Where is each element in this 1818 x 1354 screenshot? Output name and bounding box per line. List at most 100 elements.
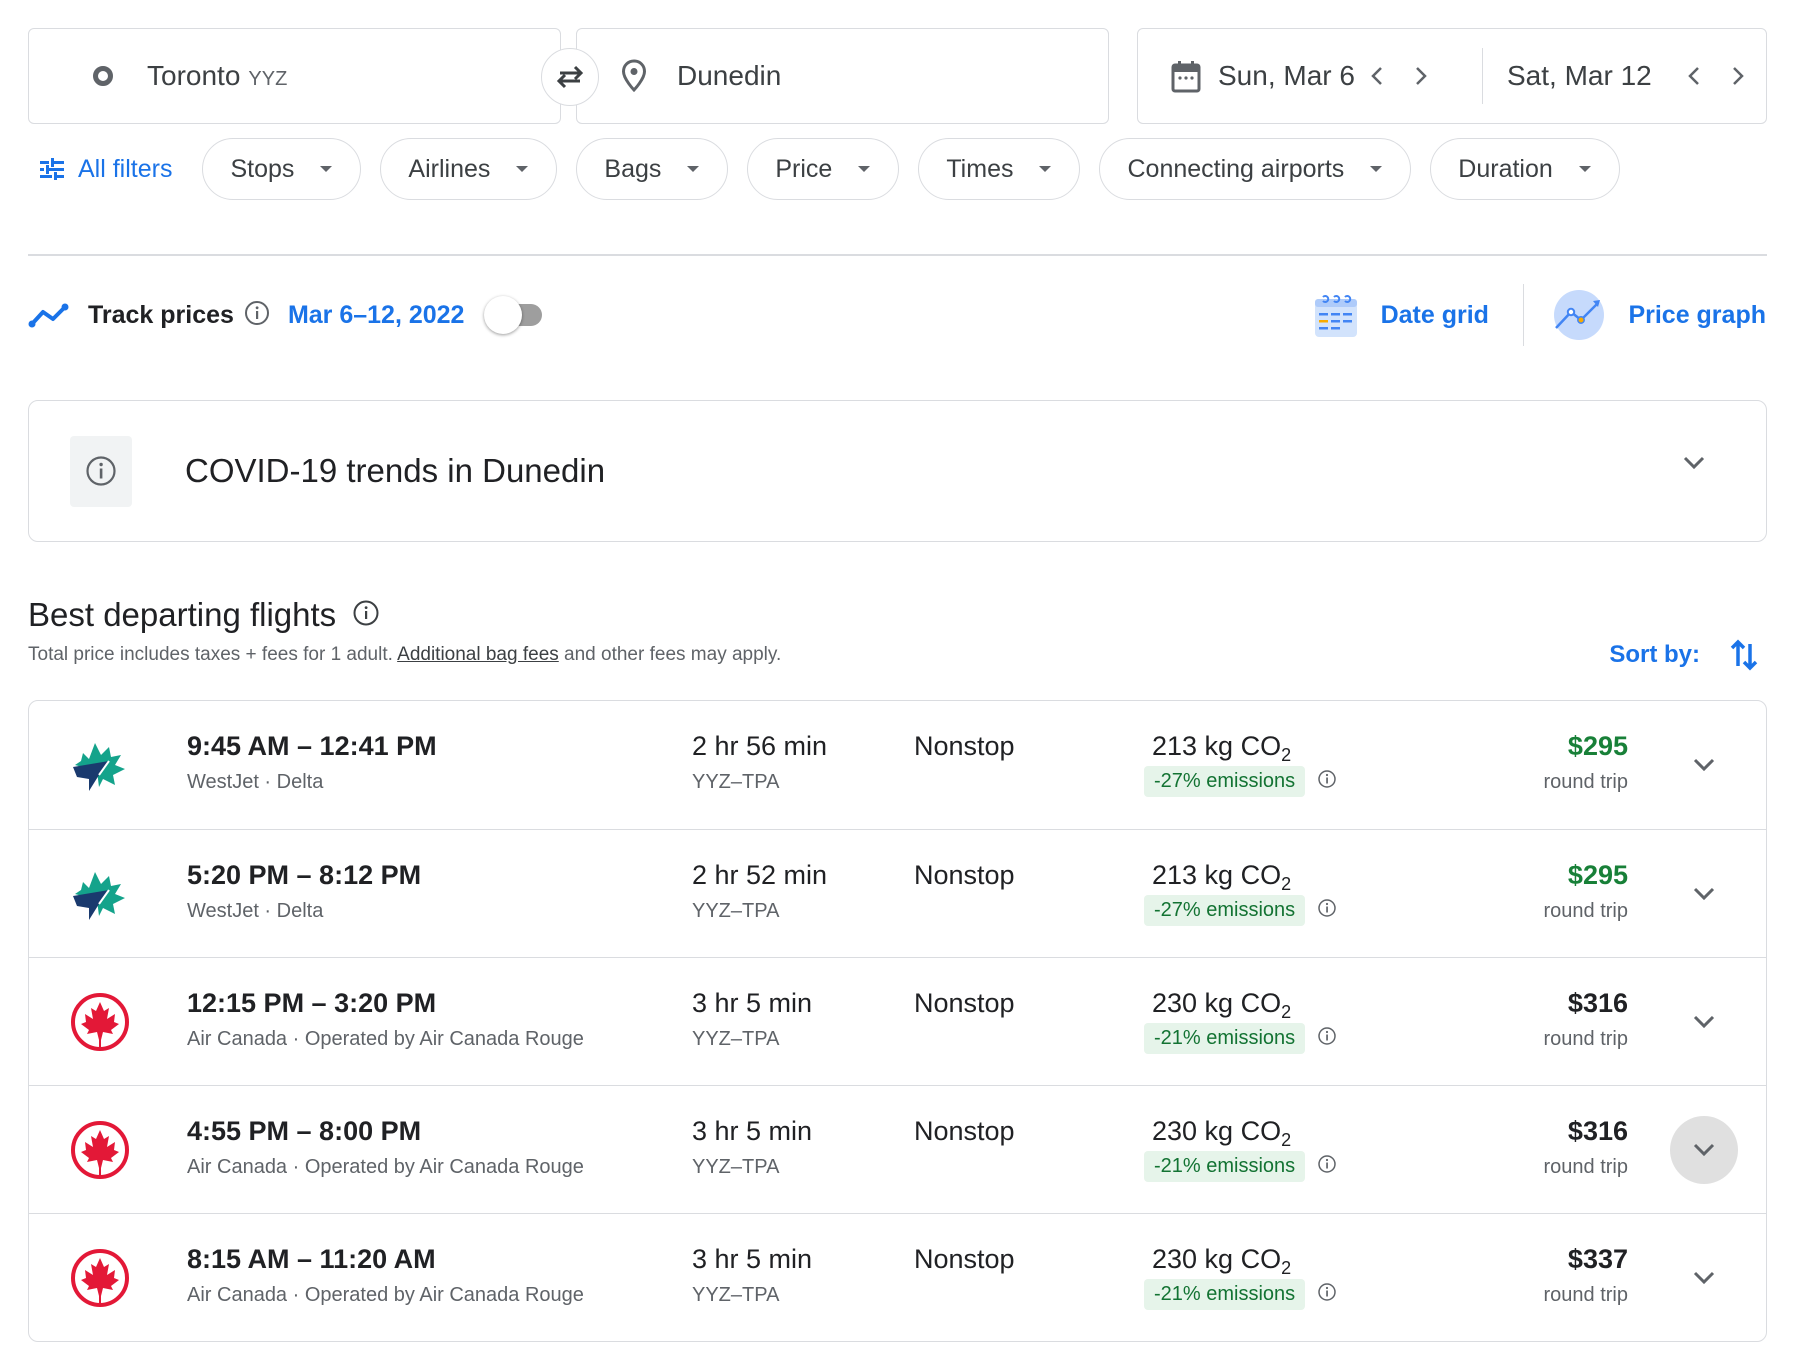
emissions-info-button[interactable] <box>1317 898 1337 923</box>
chevron-down-icon <box>1683 456 1705 470</box>
chevron-down-icon <box>1693 887 1715 901</box>
co2-value: 230 kg CO2 <box>1152 1116 1291 1151</box>
chevron-down-icon <box>1693 758 1715 772</box>
co2-value: 230 kg CO2 <box>1152 1244 1291 1279</box>
depart-date: Sun, Mar 6 <box>1218 60 1355 91</box>
chevron-down-icon <box>1693 1143 1715 1157</box>
date-grid-button[interactable]: Date grid <box>1313 291 1489 339</box>
track-prices-info-button[interactable] <box>244 300 270 331</box>
expand-button[interactable] <box>1670 988 1738 1056</box>
toggle-knob <box>484 296 523 334</box>
price-graph-button[interactable]: Price graph <box>1552 288 1766 342</box>
flight-times: 9:45 AM – 12:41 PM <box>187 731 437 761</box>
destination-value: Dunedin <box>677 60 782 91</box>
view-separator <box>1522 284 1525 346</box>
flight-row[interactable]: 5:20 PM – 8:12 PM WestJet · Delta 2 hr 5… <box>29 829 1766 957</box>
flight-stops: Nonstop <box>914 988 1015 1018</box>
all-filters-button[interactable]: All filters <box>40 155 172 184</box>
filter-chip-duration[interactable]: Duration <box>1430 138 1620 200</box>
origin-input[interactable]: Toronto YYZ <box>28 28 561 124</box>
trip-type: round trip <box>1543 900 1629 922</box>
info-icon <box>244 300 269 325</box>
flight-price: $295 <box>1567 860 1628 890</box>
trip-type: round trip <box>1543 771 1629 793</box>
emissions-info-button[interactable] <box>1317 1154 1337 1179</box>
origin-code: YYZ <box>248 68 288 90</box>
section-divider <box>28 254 1767 256</box>
disclaimer-text-end: and other fees may apply. <box>558 644 782 665</box>
airline-name: Air Canada · Operated by Air Canada Roug… <box>187 1028 584 1050</box>
calendar-grid-icon <box>1314 295 1357 337</box>
emissions-info: -27% emissions <box>1144 895 1337 926</box>
airline-logo <box>69 735 131 795</box>
dropdown-caret-icon <box>320 166 333 172</box>
filter-chip-bags[interactable]: Bags <box>576 138 729 200</box>
calendar-icon <box>1171 61 1201 93</box>
flight-duration: 2 hr 52 min <box>692 860 828 890</box>
date-picker[interactable]: Sun, Mar 6 Sat, Mar 12 <box>1137 28 1767 124</box>
flight-row[interactable]: 8:15 AM – 11:20 AM Air Canada · Operated… <box>29 1213 1766 1341</box>
info-icon <box>86 456 116 486</box>
air-canada-logo-icon <box>71 993 129 1051</box>
filter-chip-price[interactable]: Price <box>747 138 900 200</box>
filter-chip-stops[interactable]: Stops <box>202 138 362 200</box>
airline-name: WestJet · Delta <box>187 900 324 922</box>
disclaimer-text: Total price includes taxes + fees for 1 … <box>28 644 398 665</box>
emissions-info-button[interactable] <box>1317 769 1337 794</box>
return-date-field[interactable]: Sat, Mar 12 <box>1483 29 1760 123</box>
chevron-right-icon <box>1416 67 1427 85</box>
airline-name: Air Canada · Operated by Air Canada Roug… <box>187 1284 584 1306</box>
filter-chip-airlines[interactable]: Airlines <box>380 138 558 200</box>
co2-text: 230 kg CO <box>1152 1244 1282 1274</box>
co2-text: 213 kg CO <box>1152 731 1282 761</box>
return-next-button[interactable] <box>1716 54 1760 98</box>
info-icon <box>1318 1155 1336 1173</box>
price-graph-label: Price graph <box>1628 300 1766 329</box>
flight-stops: Nonstop <box>914 1116 1015 1146</box>
emissions-info-button[interactable] <box>1317 1026 1337 1051</box>
flight-stops: Nonstop <box>914 860 1015 890</box>
filter-chip-connecting-airports[interactable]: Connecting airports <box>1099 138 1412 200</box>
dropdown-caret-icon <box>687 166 700 172</box>
filter-chip-times[interactable]: Times <box>918 138 1081 200</box>
expand-button[interactable] <box>1670 731 1738 799</box>
track-prices-toggle[interactable] <box>482 294 546 336</box>
co2-subscript: 2 <box>1281 1258 1292 1278</box>
flight-times: 12:15 PM – 3:20 PM <box>187 988 437 1018</box>
chip-label: Duration <box>1458 154 1553 183</box>
emissions-badge: -27% emissions <box>1144 766 1306 797</box>
results-info-button[interactable] <box>352 599 380 632</box>
bag-fees-link[interactable]: Additional bag fees <box>397 644 559 665</box>
info-icon <box>1318 899 1336 917</box>
destination-input[interactable]: Dunedin <box>576 28 1109 124</box>
emissions-info-button[interactable] <box>1317 1282 1337 1307</box>
expand-button[interactable] <box>1670 1244 1738 1312</box>
flight-route: YYZ–TPA <box>692 1028 780 1050</box>
trip-type: round trip <box>1543 1284 1629 1306</box>
flight-row[interactable]: 12:15 PM – 3:20 PM Air Canada · Operated… <box>29 957 1766 1085</box>
flight-row[interactable]: 9:45 AM – 12:41 PM WestJet · Delta 2 hr … <box>29 701 1766 829</box>
covid-trends-card[interactable]: COVID-19 trends in Dunedin <box>28 400 1767 542</box>
trend-line-icon <box>28 303 69 328</box>
flight-row[interactable]: 4:55 PM – 8:00 PM Air Canada · Operated … <box>29 1085 1766 1213</box>
return-prev-button[interactable] <box>1672 54 1716 98</box>
westjet-logo-icon <box>73 872 125 920</box>
chevron-left-icon <box>1687 67 1699 85</box>
depart-date-field[interactable]: Sun, Mar 6 <box>1138 48 1483 104</box>
expand-button[interactable] <box>1670 1116 1738 1184</box>
expand-button[interactable] <box>1670 860 1738 928</box>
swap-button[interactable] <box>541 48 599 106</box>
swap-arrows-icon <box>556 65 584 89</box>
sort-label: Sort by: <box>1609 641 1700 668</box>
location-pin-icon <box>621 59 647 93</box>
depart-prev-button[interactable] <box>1355 54 1399 98</box>
co2-subscript: 2 <box>1281 745 1292 765</box>
filter-bar: All filters Stops Airlines Bags Price Ti… <box>40 138 1639 200</box>
sort-button[interactable]: Sort by: <box>1609 638 1758 672</box>
dropdown-caret-icon <box>1039 166 1052 172</box>
co2-subscript: 2 <box>1281 1130 1292 1150</box>
view-options: Date grid Price graph <box>1313 284 1766 346</box>
co2-text: 213 kg CO <box>1152 860 1282 890</box>
air-canada-logo-icon <box>71 1121 129 1179</box>
depart-next-button[interactable] <box>1399 54 1443 98</box>
